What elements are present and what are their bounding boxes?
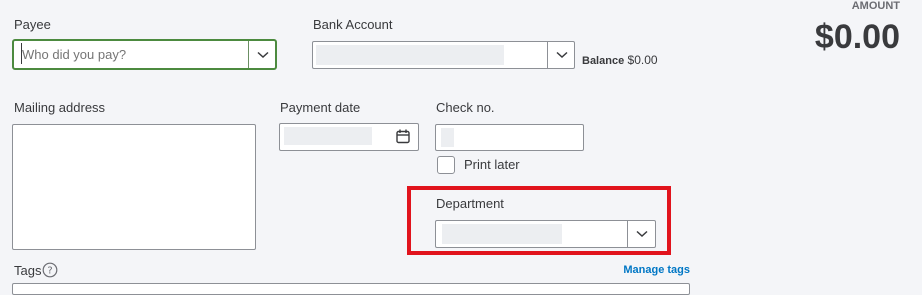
payee-input[interactable] bbox=[22, 41, 242, 68]
balance-display: Balance $0.00 bbox=[582, 53, 658, 67]
department-value-redacted bbox=[442, 224, 562, 244]
amount-value: $0.00 bbox=[814, 18, 900, 56]
payment-date-label: Payment date bbox=[280, 100, 361, 115]
payment-date-input[interactable] bbox=[279, 123, 419, 151]
balance-label: Balance bbox=[582, 55, 625, 67]
print-later-checkbox[interactable] bbox=[437, 156, 455, 174]
balance-value: $0.00 bbox=[627, 53, 658, 67]
bank-account-label: Bank Account bbox=[313, 17, 393, 32]
svg-text:?: ? bbox=[47, 266, 52, 277]
payment-date-value-redacted bbox=[284, 127, 372, 145]
payee-dropdown[interactable] bbox=[12, 39, 277, 70]
mailing-address-label: Mailing address bbox=[14, 100, 106, 115]
print-later-label: Print later bbox=[464, 157, 520, 172]
mailing-address-textarea[interactable] bbox=[12, 124, 256, 250]
calendar-icon[interactable] bbox=[396, 129, 410, 144]
manage-tags-link[interactable]: Manage tags bbox=[623, 264, 690, 276]
department-label: Department bbox=[436, 196, 504, 211]
tags-label: Tags bbox=[14, 263, 42, 278]
help-circle-icon[interactable]: ? bbox=[42, 262, 58, 278]
chevron-down-icon[interactable] bbox=[548, 42, 576, 68]
bank-account-dropdown[interactable] bbox=[312, 41, 575, 69]
tags-input[interactable] bbox=[12, 283, 690, 295]
payee-label: Payee bbox=[14, 17, 51, 32]
chevron-down-icon[interactable] bbox=[628, 221, 656, 247]
check-no-input[interactable] bbox=[435, 124, 584, 151]
check-no-label: Check no. bbox=[436, 100, 495, 115]
check-no-value-redacted bbox=[441, 128, 454, 147]
amount-label: AMOUNT bbox=[851, 0, 900, 12]
department-dropdown[interactable] bbox=[435, 220, 656, 248]
bank-account-value-redacted bbox=[316, 45, 504, 65]
chevron-down-icon[interactable] bbox=[249, 41, 277, 68]
